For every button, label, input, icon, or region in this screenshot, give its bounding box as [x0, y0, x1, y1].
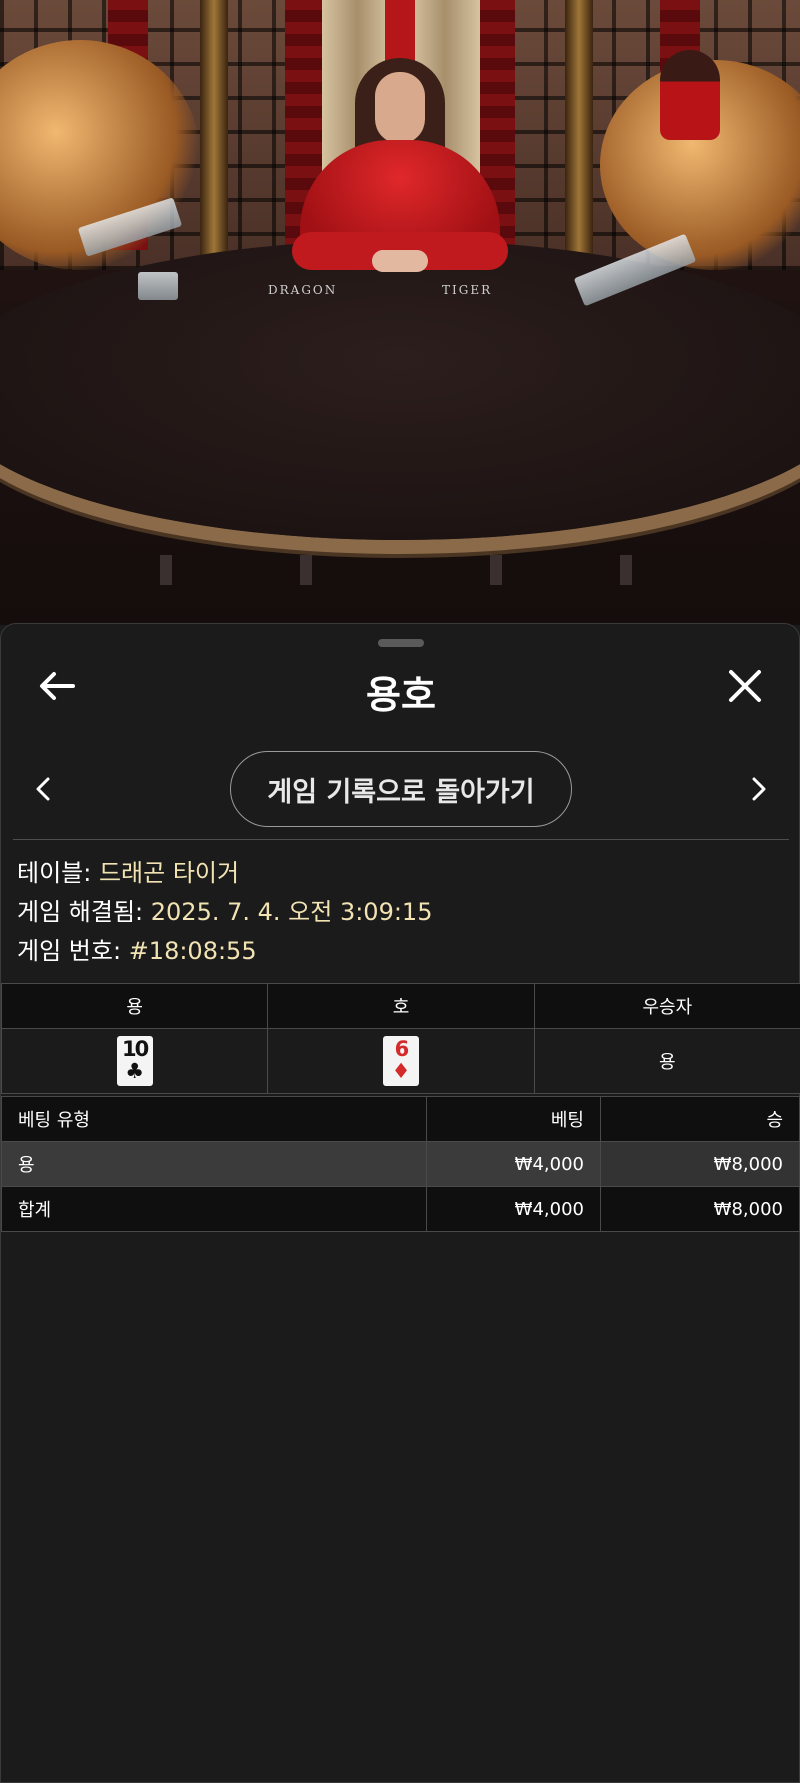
- card-rank: 10: [122, 1037, 149, 1061]
- club-suit-icon: ♣: [125, 1059, 145, 1083]
- game-details-sheet: 용호 게임 기록으로 돌아가기 테이블: 드래곤 타이거 게임 해결됨: 202…: [0, 623, 800, 1783]
- resolved-value: 2025. 7. 4. 오전 3:09:15: [150, 898, 433, 926]
- table-label-tiger: TIGER: [442, 283, 493, 297]
- sheet-title: 용호: [366, 673, 436, 717]
- dragon-card-cell: 10 ♣: [0, 1028, 269, 1094]
- game-number-value: #18:08:55: [128, 937, 257, 965]
- pedestal: [490, 555, 502, 585]
- win-amount-cell: ₩8,000: [600, 1141, 800, 1187]
- discard-tray: [138, 272, 178, 300]
- pedestal: [620, 555, 632, 585]
- sheet-drag-handle[interactable]: [378, 639, 424, 647]
- game-number-label: 게임 번호:: [17, 937, 122, 965]
- win-amount-header: 승: [600, 1096, 800, 1142]
- diamond-suit-icon: ♦: [391, 1059, 411, 1083]
- table-info: 테이블: 드래곤 타이거: [17, 858, 239, 888]
- back-to-history-button[interactable]: 게임 기록으로 돌아가기: [230, 751, 572, 827]
- card-rank: 6: [394, 1037, 410, 1061]
- total-row: 합계 ₩4,000 ₩8,000: [1, 1186, 800, 1232]
- bets-header-row: 베팅 유형 베팅 승: [1, 1096, 800, 1142]
- pedestal: [160, 555, 172, 585]
- total-label: 합계: [1, 1186, 427, 1232]
- table-label-dragon: DRAGON: [268, 283, 338, 297]
- game-table: [0, 240, 800, 540]
- divider: [13, 839, 789, 840]
- chevron-left-icon: [36, 777, 50, 801]
- bets-table: 베팅 유형 베팅 승 용 ₩4,000 ₩8,000 합계 ₩4,000 ₩8,…: [1, 1096, 800, 1232]
- winner-value: 용: [533, 1028, 800, 1094]
- close-button[interactable]: [719, 660, 771, 712]
- winner-column-header: 우승자: [533, 983, 800, 1029]
- dealer-face: [375, 72, 425, 144]
- game-number-info: 게임 번호: #18:08:55: [17, 936, 257, 966]
- pillar: [565, 0, 593, 260]
- tiger-card-cell: 6 ♦: [267, 1028, 535, 1094]
- bet-amount-header: 베팅: [426, 1096, 601, 1142]
- bet-type-cell: 용: [1, 1141, 427, 1187]
- result-table: 용 호 우승자 10 ♣ 6 ♦ 용: [0, 983, 800, 1094]
- total-win-amount: ₩8,000: [600, 1186, 800, 1232]
- next-game-button[interactable]: [739, 764, 779, 814]
- chevron-right-icon: [752, 777, 766, 801]
- close-icon: [729, 670, 761, 702]
- resolved-label: 게임 해결됨:: [17, 898, 144, 926]
- bet-amount-cell: ₩4,000: [426, 1141, 601, 1187]
- pillar: [200, 0, 228, 260]
- live-video-feed: DRAGON TIGER: [0, 0, 800, 625]
- table-value: 드래곤 타이거: [98, 859, 240, 887]
- table-label: 테이블:: [17, 859, 92, 887]
- total-bet-amount: ₩4,000: [426, 1186, 601, 1232]
- previous-game-button[interactable]: [23, 764, 63, 814]
- tiger-column-header: 호: [267, 983, 535, 1029]
- dealer-hands: [372, 250, 428, 272]
- bet-type-header: 베팅 유형: [1, 1096, 427, 1142]
- tiger-card: 6 ♦: [382, 1036, 419, 1086]
- dragon-column-header: 용: [0, 983, 269, 1029]
- background-dealer: [660, 50, 720, 140]
- pedestal: [300, 555, 312, 585]
- resolved-info: 게임 해결됨: 2025. 7. 4. 오전 3:09:15: [17, 897, 432, 927]
- table-row: 용 ₩4,000 ₩8,000: [1, 1141, 800, 1187]
- dragon-card: 10 ♣: [116, 1036, 153, 1086]
